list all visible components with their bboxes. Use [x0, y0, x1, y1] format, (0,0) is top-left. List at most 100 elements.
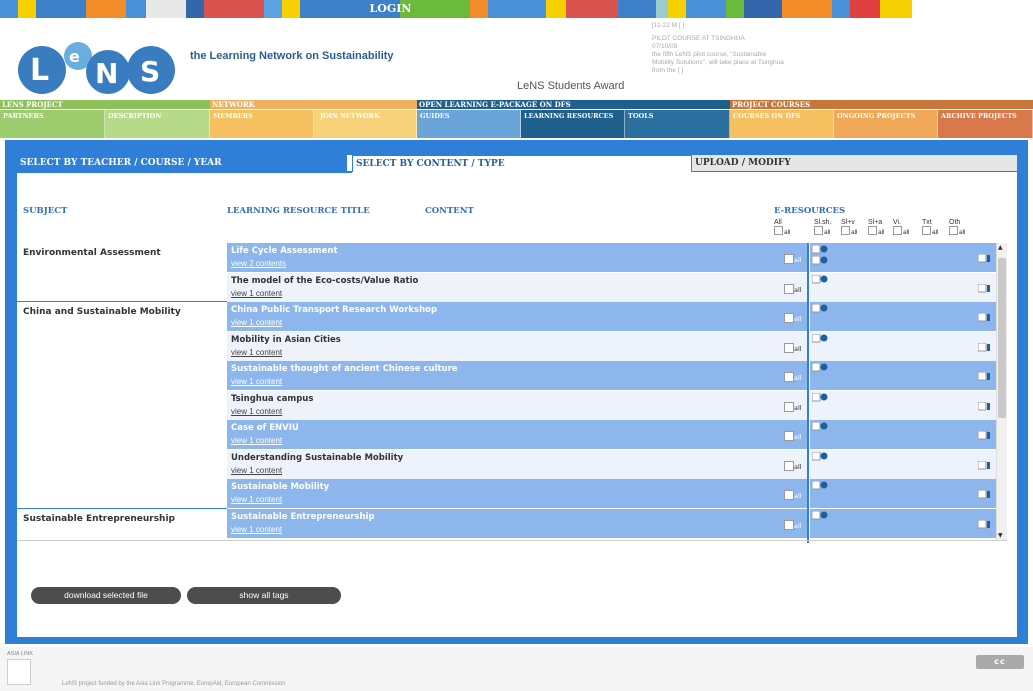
nav-item-join-network[interactable]: JOIN NETWORK: [314, 110, 417, 138]
resource-select-all[interactable]: all: [784, 254, 802, 264]
slideshow-icon[interactable]: [812, 392, 830, 403]
nav-item-guides[interactable]: GUIDES: [417, 110, 521, 138]
nav-group-project-courses[interactable]: PROJECT COURSES: [730, 100, 1033, 109]
nav-group-open-learning[interactable]: OPEN LEARNING E-PACKAGE ON DFS: [417, 100, 730, 109]
slideshow-icon[interactable]: [812, 422, 830, 432]
tab-underline: [17, 171, 352, 173]
show-all-tags-button[interactable]: show all tags: [187, 587, 341, 604]
strip-segment: [850, 0, 880, 18]
nav-item-learning-resources[interactable]: LEARNING RESOURCES: [521, 110, 625, 138]
filter-type-5[interactable]: Txt all: [922, 219, 939, 236]
other-file-icon[interactable]: [978, 372, 990, 382]
other-file-icon[interactable]: [978, 490, 990, 500]
nav-item-archive-projects[interactable]: ARCHIVE PROJECTS: [938, 110, 1033, 138]
other-file-icon[interactable]: [978, 283, 990, 294]
resource-select-all[interactable]: all: [784, 519, 802, 530]
resource-select-all[interactable]: all: [784, 401, 802, 412]
filter-all-label: all: [903, 229, 910, 236]
filter-type-4[interactable]: Vi. all: [893, 219, 910, 236]
tab-upload-modify[interactable]: UPLOAD / MODIFY: [692, 155, 1017, 172]
slideshow-icon[interactable]: [812, 363, 830, 373]
slideshow-icon[interactable]: [812, 274, 830, 285]
filter-checkbox[interactable]: [922, 226, 931, 235]
view-contents-link[interactable]: view 1 content: [231, 318, 282, 327]
slideshow-icon[interactable]: [812, 451, 830, 462]
resource-select-all[interactable]: all: [784, 460, 802, 471]
nav-item-members[interactable]: MEMBERS: [210, 110, 314, 138]
subject-label: Sustainable Entrepreneurship: [23, 513, 175, 524]
tab-select-by-teacher[interactable]: SELECT BY TEACHER / COURSE / YEAR: [17, 155, 347, 172]
slideshow-icon[interactable]: [812, 481, 830, 491]
download-selected-file-button[interactable]: download selected file: [31, 587, 181, 604]
view-contents-link[interactable]: view 1 content: [231, 466, 282, 475]
strip-segment: [546, 0, 566, 18]
filter-all-label: all: [878, 229, 885, 236]
filter-type-2[interactable]: Sl+v all: [841, 219, 858, 236]
filter-checkbox[interactable]: [841, 226, 850, 235]
filter-checkbox[interactable]: [868, 226, 877, 235]
resource-select-all[interactable]: all: [784, 372, 802, 382]
resource-row: Sustainable thought of ancient Chinese c…: [227, 361, 807, 390]
column-header-eresources: E-RESOURCES: [774, 206, 846, 216]
nav-item-tools[interactable]: TOOLS: [625, 110, 730, 138]
eresource-row: [810, 390, 996, 420]
slideshow-icon[interactable]: [812, 510, 830, 521]
scroll-down-icon[interactable]: ▼: [998, 532, 1003, 539]
list-scrollbar[interactable]: ▲ ▼: [996, 243, 1007, 540]
footer: ASIA LINK LeNS project funded by the Asi…: [0, 647, 1033, 691]
resource-select-all[interactable]: all: [784, 342, 802, 353]
other-file-icon[interactable]: [978, 313, 990, 323]
resource-select-all[interactable]: all: [784, 490, 802, 500]
tab-select-by-content[interactable]: SELECT BY CONTENT / TYPE: [352, 155, 692, 172]
other-file-icon[interactable]: [978, 460, 990, 471]
slideshow-icon[interactable]: [812, 304, 830, 314]
other-file-icon[interactable]: [978, 342, 990, 353]
login-link[interactable]: LOGIN: [368, 0, 413, 18]
eresource-row: [810, 449, 996, 479]
other-file-icon[interactable]: [978, 401, 990, 412]
nav-group-lens-project[interactable]: LENS PROJECT: [0, 100, 210, 109]
lens-logo[interactable]: L e N S: [16, 40, 181, 96]
view-contents-link[interactable]: view 1 content: [231, 348, 282, 357]
other-file-icon[interactable]: [978, 431, 990, 441]
filter-type-label: Sl+a: [868, 219, 883, 226]
creative-commons-badge[interactable]: cc: [976, 655, 1024, 669]
scroll-up-icon[interactable]: ▲: [998, 244, 1003, 251]
filter-type-6[interactable]: Oth all: [949, 219, 966, 236]
resource-select-all[interactable]: all: [784, 283, 802, 294]
other-file-icon[interactable]: [978, 519, 990, 530]
view-contents-link[interactable]: view 1 content: [231, 407, 282, 416]
students-award-link[interactable]: LeNS Students Award: [517, 80, 624, 92]
filter-type-3[interactable]: Sl+a all: [868, 219, 885, 236]
slideshow-icon[interactable]: [812, 245, 830, 255]
resource-select-all[interactable]: all: [784, 313, 802, 323]
filter-checkbox[interactable]: [949, 226, 958, 235]
filter-checkbox[interactable]: [893, 226, 902, 235]
view-contents-link[interactable]: view 1 content: [231, 495, 282, 504]
other-file-icon[interactable]: [978, 254, 990, 264]
filter-checkbox[interactable]: [774, 226, 783, 235]
nav-item-courses-on-dfs[interactable]: COURSES ON DFS: [730, 110, 834, 138]
eresource-row: [810, 272, 996, 302]
slideshow-icon[interactable]: [812, 256, 830, 266]
slideshow-icon[interactable]: [812, 333, 830, 344]
view-contents-link[interactable]: view 1 content: [231, 436, 282, 445]
nav-item-description[interactable]: DESCRIPTION: [105, 110, 210, 138]
subject-label: Environmental Assessment: [23, 248, 161, 258]
view-contents-link[interactable]: view 2 contents: [231, 259, 286, 268]
nav-group-network[interactable]: NETWORK: [210, 100, 417, 109]
view-contents-link[interactable]: view 1 content: [231, 289, 282, 298]
resource-title: Sustainable thought of ancient Chinese c…: [231, 364, 458, 374]
view-contents-link[interactable]: view 1 content: [231, 377, 282, 386]
filter-type-1[interactable]: Sl.sh. all: [814, 219, 832, 236]
scroll-thumb[interactable]: [998, 258, 1006, 418]
view-contents-link[interactable]: view 1 content: [231, 525, 282, 534]
nav-item-ongoing-projects[interactable]: ONGOING PROJECTS: [834, 110, 938, 138]
strip-segment: [0, 0, 18, 18]
nav-item-partners[interactable]: PARTNERS: [0, 110, 105, 138]
filter-type-0[interactable]: All all: [774, 219, 791, 236]
filter-checkbox[interactable]: [814, 226, 823, 235]
news-line: Mobility Solutions", will take place at …: [652, 59, 784, 66]
filter-type-label: Oth: [949, 219, 961, 226]
resource-select-all[interactable]: all: [784, 431, 802, 441]
